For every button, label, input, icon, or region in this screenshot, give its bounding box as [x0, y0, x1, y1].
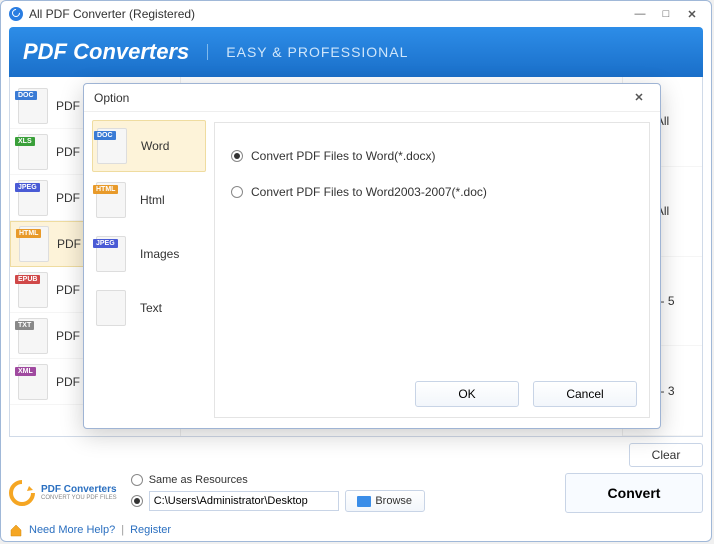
- file-icon: DOC: [97, 128, 127, 164]
- folder-icon: [357, 496, 371, 507]
- titlebar: All PDF Converter (Registered) — □ ✕: [1, 1, 711, 27]
- badge-html: HTML: [16, 229, 41, 238]
- option-tab-label: Html: [140, 193, 165, 207]
- maximize-button[interactable]: □: [655, 6, 677, 22]
- minimize-button[interactable]: —: [629, 6, 651, 22]
- option-tab-label: Text: [140, 301, 162, 315]
- app-icon: [9, 7, 23, 21]
- file-icon: XML: [18, 364, 48, 400]
- file-icon: JPEG: [18, 180, 48, 216]
- dialog-close-button[interactable]: ✕: [628, 90, 650, 106]
- badge-jpeg: JPEG: [15, 183, 40, 192]
- badge-doc: DOC: [15, 91, 37, 100]
- file-icon: [96, 290, 126, 326]
- format-option-label: Convert PDF Files to Word2003-2007(*.doc…: [251, 185, 487, 199]
- badge-xls: XLS: [15, 137, 35, 146]
- option-tab-label: Word: [141, 139, 169, 153]
- cancel-button[interactable]: Cancel: [533, 381, 637, 407]
- dialog-body: DOC Word HTML Html JPEG Images Text Convert PD…: [84, 112, 660, 428]
- file-icon: DOC: [18, 88, 48, 124]
- dialog-title: Option: [94, 91, 129, 105]
- option-tab-label: Images: [140, 247, 179, 261]
- radio-same-as-resources[interactable]: [131, 474, 143, 486]
- format-radio[interactable]: [231, 150, 243, 162]
- file-icon: XLS: [18, 134, 48, 170]
- header-banner: PDF Converters EASY & PROFESSIONAL: [9, 27, 703, 77]
- convert-button[interactable]: Convert: [565, 473, 703, 513]
- output-path-input[interactable]: [149, 491, 339, 511]
- format-option-row: Convert PDF Files to Word2003-2007(*.doc…: [231, 185, 633, 199]
- option-tab-html[interactable]: HTML Html: [92, 174, 206, 226]
- separator: |: [121, 524, 124, 536]
- badge-epub: EPUB: [15, 275, 40, 284]
- radio-custom-path[interactable]: [131, 495, 143, 507]
- footer: PDF Converters CONVERT YOU PDF FILES Sam…: [9, 473, 703, 513]
- home-icon: [9, 523, 23, 537]
- option-tab-word[interactable]: DOC Word: [92, 120, 206, 172]
- badge-doc-icon: DOC: [94, 131, 116, 140]
- ok-button[interactable]: OK: [415, 381, 519, 407]
- option-tab-images[interactable]: JPEG Images: [92, 228, 206, 280]
- option-panel: Convert PDF Files to Word(*.docx) Convert…: [214, 122, 650, 418]
- browse-button[interactable]: Browse: [345, 490, 425, 512]
- logo-icon: [9, 480, 35, 506]
- file-icon: HTML: [19, 226, 49, 262]
- format-option-label: Convert PDF Files to Word(*.docx): [251, 149, 436, 163]
- bottom-strip: Clear: [9, 443, 703, 467]
- format-option-row: Convert PDF Files to Word(*.docx): [231, 149, 633, 163]
- close-button[interactable]: ✕: [681, 6, 703, 22]
- option-dialog: Option ✕ DOC Word HTML Html JPEG Images Text C…: [83, 83, 661, 429]
- destination-box: Same as Resources Browse: [131, 474, 425, 512]
- dialog-footer: OK Cancel: [415, 381, 637, 407]
- register-link[interactable]: Register: [130, 524, 171, 536]
- file-icon: TXT: [18, 318, 48, 354]
- file-icon: EPUB: [18, 272, 48, 308]
- format-radio[interactable]: [231, 186, 243, 198]
- badge-jpeg-icon: JPEG: [93, 239, 118, 248]
- file-icon: JPEG: [96, 236, 126, 272]
- clear-button[interactable]: Clear: [629, 443, 703, 467]
- badge-html-icon: HTML: [93, 185, 118, 194]
- option-tab-text[interactable]: Text: [92, 282, 206, 334]
- statusbar: Need More Help? | Register: [9, 523, 703, 537]
- help-link[interactable]: Need More Help?: [29, 524, 115, 536]
- option-category-list: DOC Word HTML Html JPEG Images Text: [84, 112, 214, 428]
- brand-tagline: EASY & PROFESSIONAL: [207, 44, 408, 60]
- badge-xml: XML: [15, 367, 36, 376]
- dialog-titlebar: Option ✕: [84, 84, 660, 112]
- window-title: All PDF Converter (Registered): [29, 7, 195, 21]
- logo-text: PDF Converters CONVERT YOU PDF FILES: [41, 485, 117, 501]
- app-window: All PDF Converter (Registered) — □ ✕ PDF…: [0, 0, 712, 542]
- file-icon: HTML: [96, 182, 126, 218]
- footer-logo: PDF Converters CONVERT YOU PDF FILES: [9, 480, 117, 506]
- badge-txt: TXT: [15, 321, 34, 330]
- same-as-resources-label: Same as Resources: [149, 474, 248, 486]
- brand-text: PDF Converters: [23, 39, 189, 65]
